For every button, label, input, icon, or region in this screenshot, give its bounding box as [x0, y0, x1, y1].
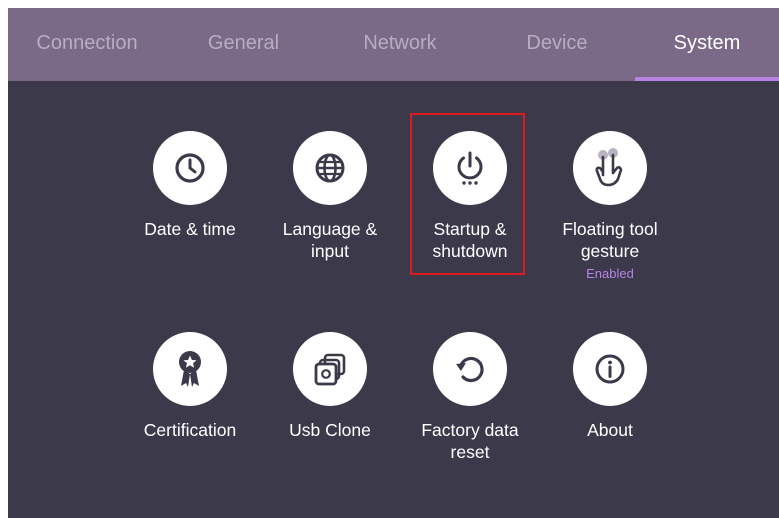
factory-reset-item[interactable]: Factory data reset — [400, 332, 540, 463]
globe-icon — [293, 131, 367, 205]
usb-clone-item[interactable]: Usb Clone — [260, 332, 400, 441]
date-time-item[interactable]: Date & time — [120, 131, 260, 240]
tab-network[interactable]: Network — [321, 8, 479, 81]
reset-icon — [433, 332, 507, 406]
usb-clone-label: Usb Clone — [289, 420, 371, 440]
startup-shutdown-item[interactable]: Startup & shutdown — [400, 131, 540, 262]
gesture-status: Enabled — [586, 266, 634, 281]
certification-item[interactable]: Certification — [120, 332, 260, 441]
floating-tool-gesture-item[interactable]: Floating tool gesture Enabled — [540, 131, 680, 281]
language-input-label: Language & input — [282, 219, 378, 261]
award-ribbon-icon — [153, 332, 227, 406]
certification-label: Certification — [143, 420, 237, 440]
factory-reset-label: Factory data reset — [421, 420, 519, 462]
clock-icon — [153, 131, 227, 205]
date-time-label: Date & time — [144, 219, 236, 239]
tab-system[interactable]: System — [635, 8, 779, 81]
floating-tool-gesture-label: Floating tool gesture — [562, 219, 658, 261]
tab-device[interactable]: Device — [479, 8, 635, 81]
copy-icon — [293, 332, 367, 406]
two-finger-touch-icon — [573, 131, 647, 205]
language-input-item[interactable]: Language & input — [260, 131, 400, 262]
tab-connection[interactable]: Connection — [8, 8, 166, 81]
tab-bar: Connection General Network Device System — [8, 8, 779, 81]
tab-general[interactable]: General — [166, 8, 321, 81]
settings-screen: Connection General Network Device System… — [8, 8, 779, 518]
info-icon — [573, 332, 647, 406]
about-label: About — [587, 420, 633, 440]
about-item[interactable]: About — [540, 332, 680, 441]
startup-shutdown-label: Startup & shutdown — [432, 219, 508, 261]
active-tab-indicator — [635, 77, 779, 81]
power-icon — [433, 131, 507, 205]
